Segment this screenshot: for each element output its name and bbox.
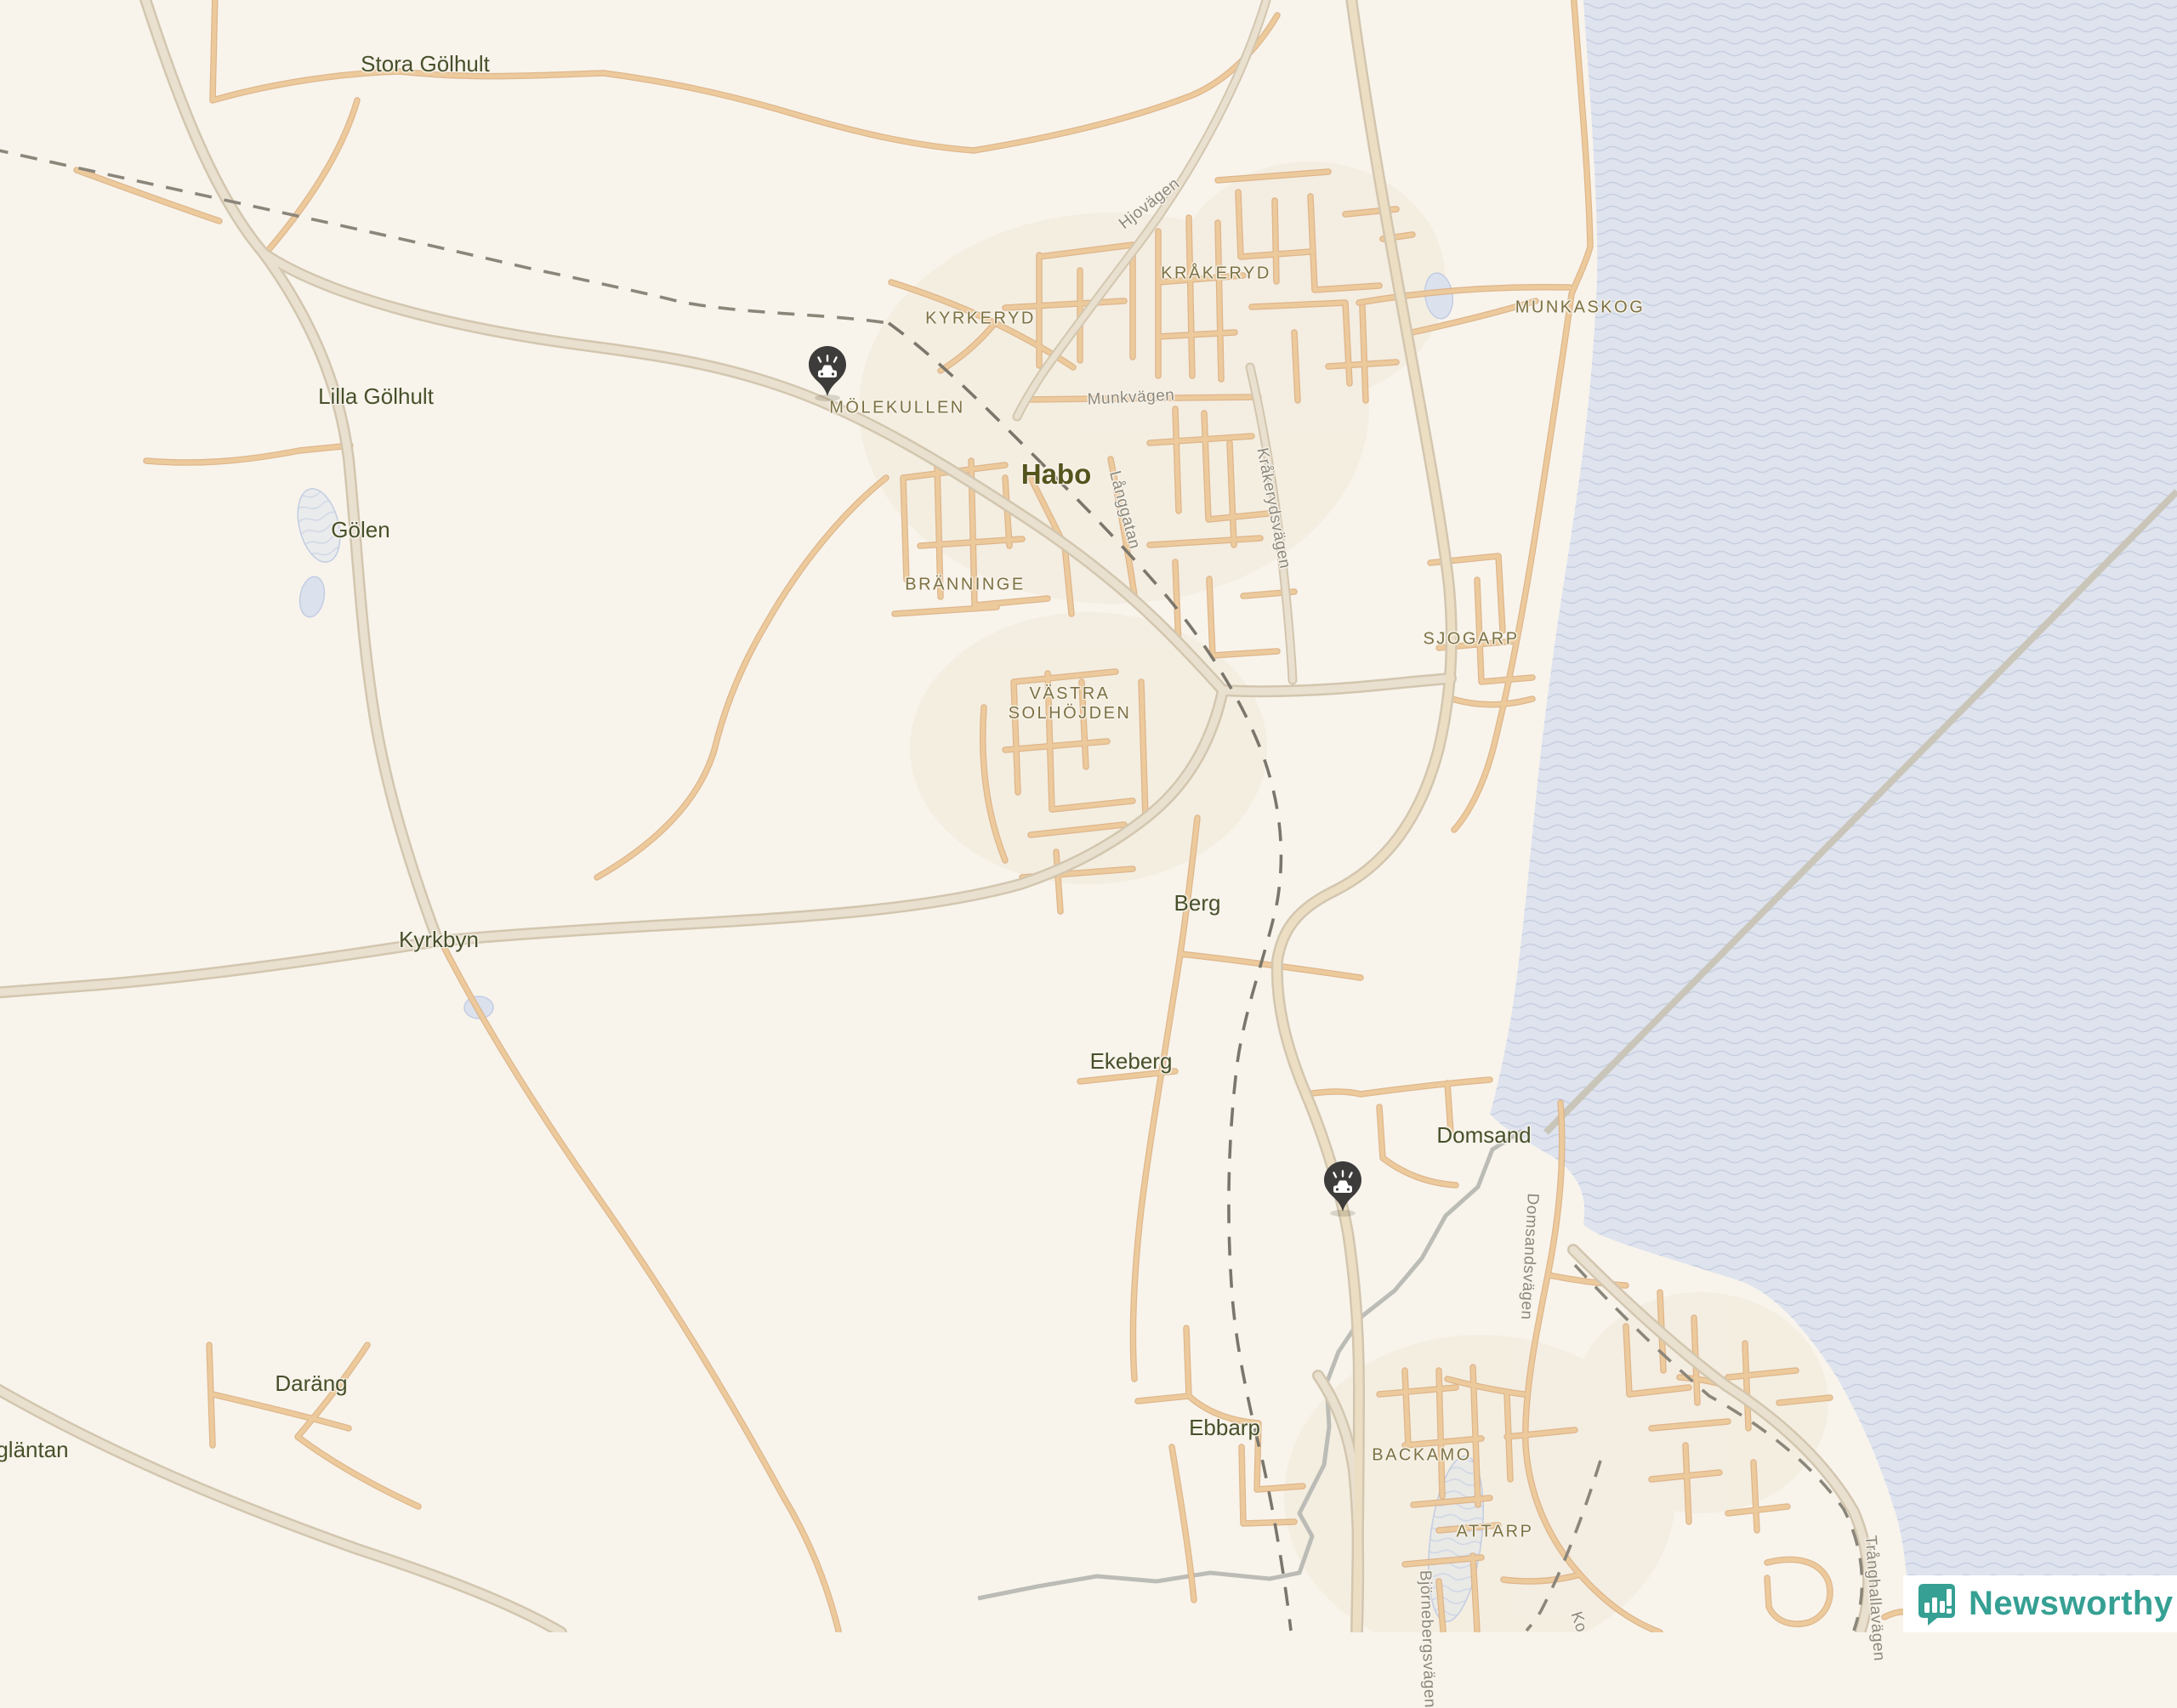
incident-marker-incident-1[interactable] xyxy=(807,345,848,401)
map-canvas[interactable]: Stora GölhultLilla GölhultGölenKyrkbynDa… xyxy=(0,0,2177,1632)
newsworthy-brand-text: Newsworthy xyxy=(1969,1585,2174,1623)
incident-marker-incident-2[interactable] xyxy=(1322,1160,1363,1217)
newsworthy-logo-icon xyxy=(1917,1582,1957,1626)
attribution-bar[interactable]: Newsworthy xyxy=(1903,1575,2177,1632)
basemap-graphics xyxy=(0,0,2177,1632)
